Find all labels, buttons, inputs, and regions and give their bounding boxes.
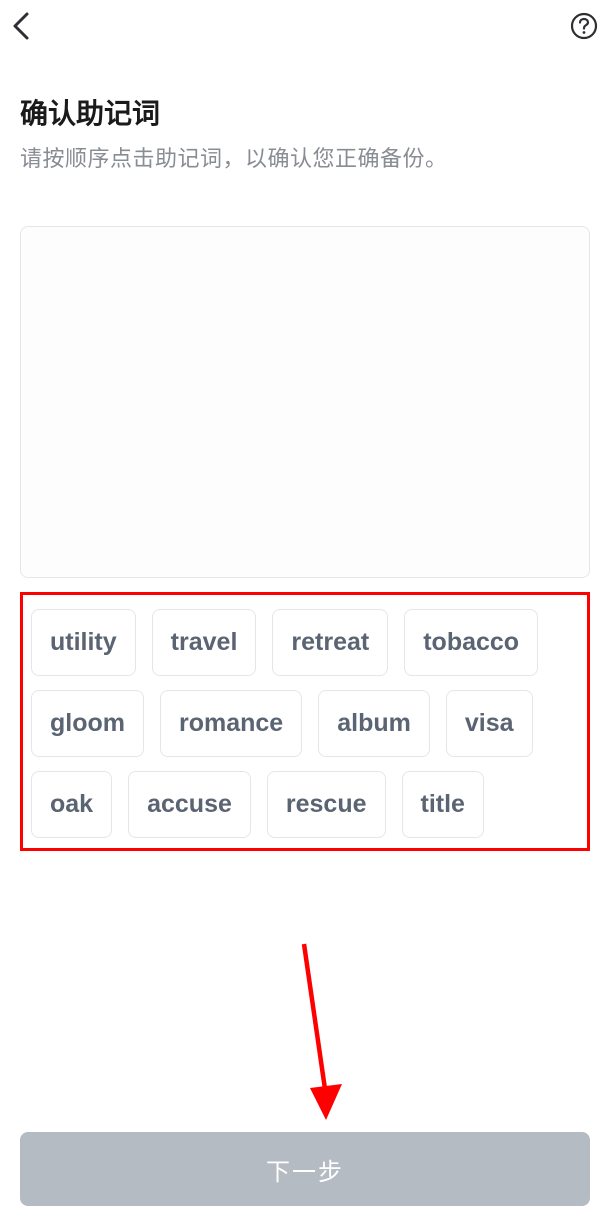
word-chip[interactable]: oak bbox=[31, 771, 112, 838]
chevron-left-icon bbox=[11, 11, 33, 41]
word-chip[interactable]: rescue bbox=[267, 771, 386, 838]
word-chip[interactable]: album bbox=[318, 690, 430, 757]
back-button[interactable] bbox=[6, 10, 38, 42]
word-chip[interactable]: romance bbox=[160, 690, 302, 757]
arrow-annotation-icon bbox=[290, 938, 350, 1128]
question-circle-icon bbox=[570, 12, 598, 40]
word-grid: utility travel retreat tobacco gloom rom… bbox=[31, 609, 579, 838]
next-button[interactable]: 下一步 bbox=[20, 1132, 590, 1206]
selected-words-area[interactable] bbox=[20, 226, 590, 578]
word-chip[interactable]: title bbox=[402, 771, 484, 838]
page-subtitle: 请按顺序点击助记词，以确认您正确备份。 bbox=[20, 144, 590, 174]
page-title: 确认助记词 bbox=[20, 92, 590, 132]
word-chip[interactable]: travel bbox=[152, 609, 257, 676]
word-chip[interactable]: accuse bbox=[128, 771, 251, 838]
word-selection-highlight: utility travel retreat tobacco gloom rom… bbox=[20, 592, 590, 851]
word-chip[interactable]: retreat bbox=[272, 609, 388, 676]
word-chip[interactable]: gloom bbox=[31, 690, 144, 757]
word-chip[interactable]: tobacco bbox=[404, 609, 538, 676]
help-button[interactable] bbox=[568, 10, 600, 42]
word-chip[interactable]: visa bbox=[446, 690, 533, 757]
word-chip[interactable]: utility bbox=[31, 609, 136, 676]
next-button-label: 下一步 bbox=[266, 1152, 344, 1187]
